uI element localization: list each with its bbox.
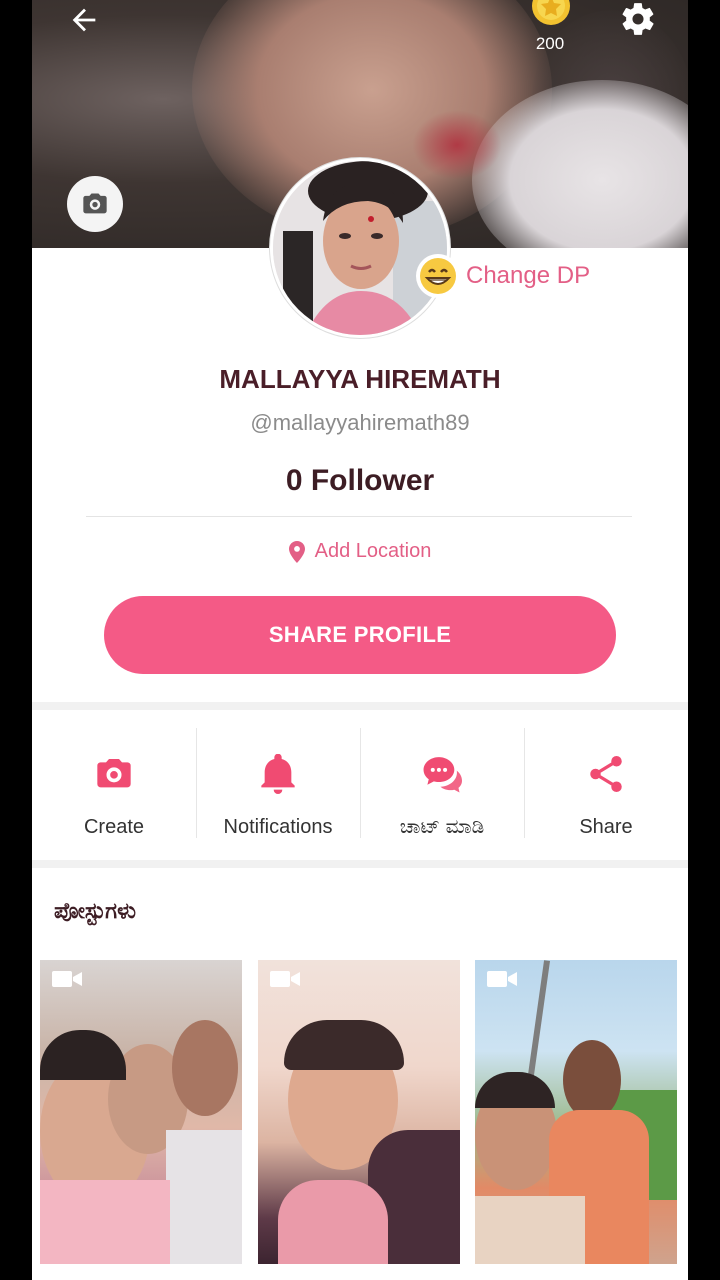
video-camera-icon <box>270 971 300 987</box>
create-action[interactable]: Create <box>32 710 196 860</box>
coin-count: 200 <box>535 34 565 53</box>
bell-icon <box>261 754 295 794</box>
change-cover-button[interactable] <box>67 176 123 232</box>
coin-button[interactable] <box>526 0 576 26</box>
posts-section: ಪೋಸ್ಟುಗಳು <box>32 868 688 1280</box>
posts-title: ಪೋಸ್ಟುಗಳು <box>54 898 137 923</box>
profile-screen: 200 Change DP MALLAYYA HIREMATH @mallayy… <box>32 0 688 1280</box>
notifications-label: Notifications <box>223 816 333 838</box>
divider <box>86 516 632 517</box>
post-thumbnail[interactable] <box>475 960 677 1264</box>
change-dp-label: Change DP <box>466 262 591 289</box>
gear-icon <box>622 3 654 35</box>
camera-icon <box>83 193 107 214</box>
follower-count[interactable]: 0 Follower <box>32 464 688 498</box>
camera-icon <box>97 759 131 788</box>
post-thumbnail[interactable] <box>40 960 242 1264</box>
share-icon <box>590 756 622 792</box>
settings-button[interactable] <box>616 0 660 38</box>
profile-username: @mallayyahiremath89 <box>250 410 470 435</box>
share-profile-button[interactable]: SHARE PROFILE <box>104 596 616 674</box>
coin-icon <box>532 0 570 25</box>
arrow-left-icon <box>72 8 96 32</box>
post-thumbnail[interactable] <box>258 960 460 1264</box>
profile-card: Change DP MALLAYYA HIREMATH @mallayyahir… <box>32 158 688 702</box>
action-row: Create Notifications ಚಾಟ್ ಮಾಡಿ Share <box>32 710 688 860</box>
chat-icon <box>423 757 462 793</box>
grin-emoji-icon <box>416 254 460 298</box>
add-location-label: Add Location <box>314 540 432 562</box>
create-label: Create <box>83 816 145 838</box>
change-dp-button[interactable]: Change DP <box>416 254 590 298</box>
back-button[interactable] <box>62 0 106 40</box>
avatar-photo <box>273 161 447 335</box>
profile-name: MALLAYYA HIREMATH <box>219 364 501 394</box>
notifications-action[interactable]: Notifications <box>196 710 360 860</box>
video-camera-icon <box>52 971 82 987</box>
location-pin-icon <box>288 540 305 563</box>
video-camera-icon <box>487 971 517 987</box>
add-location-button[interactable]: Add Location <box>32 540 688 563</box>
avatar[interactable] <box>270 158 450 338</box>
share-label: Share <box>579 816 633 838</box>
chat-action[interactable]: ಚಾಟ್ ಮಾಡಿ <box>360 710 524 860</box>
share-action[interactable]: Share <box>524 710 688 860</box>
chat-label: ಚಾಟ್ ಮಾಡಿ <box>399 816 485 838</box>
